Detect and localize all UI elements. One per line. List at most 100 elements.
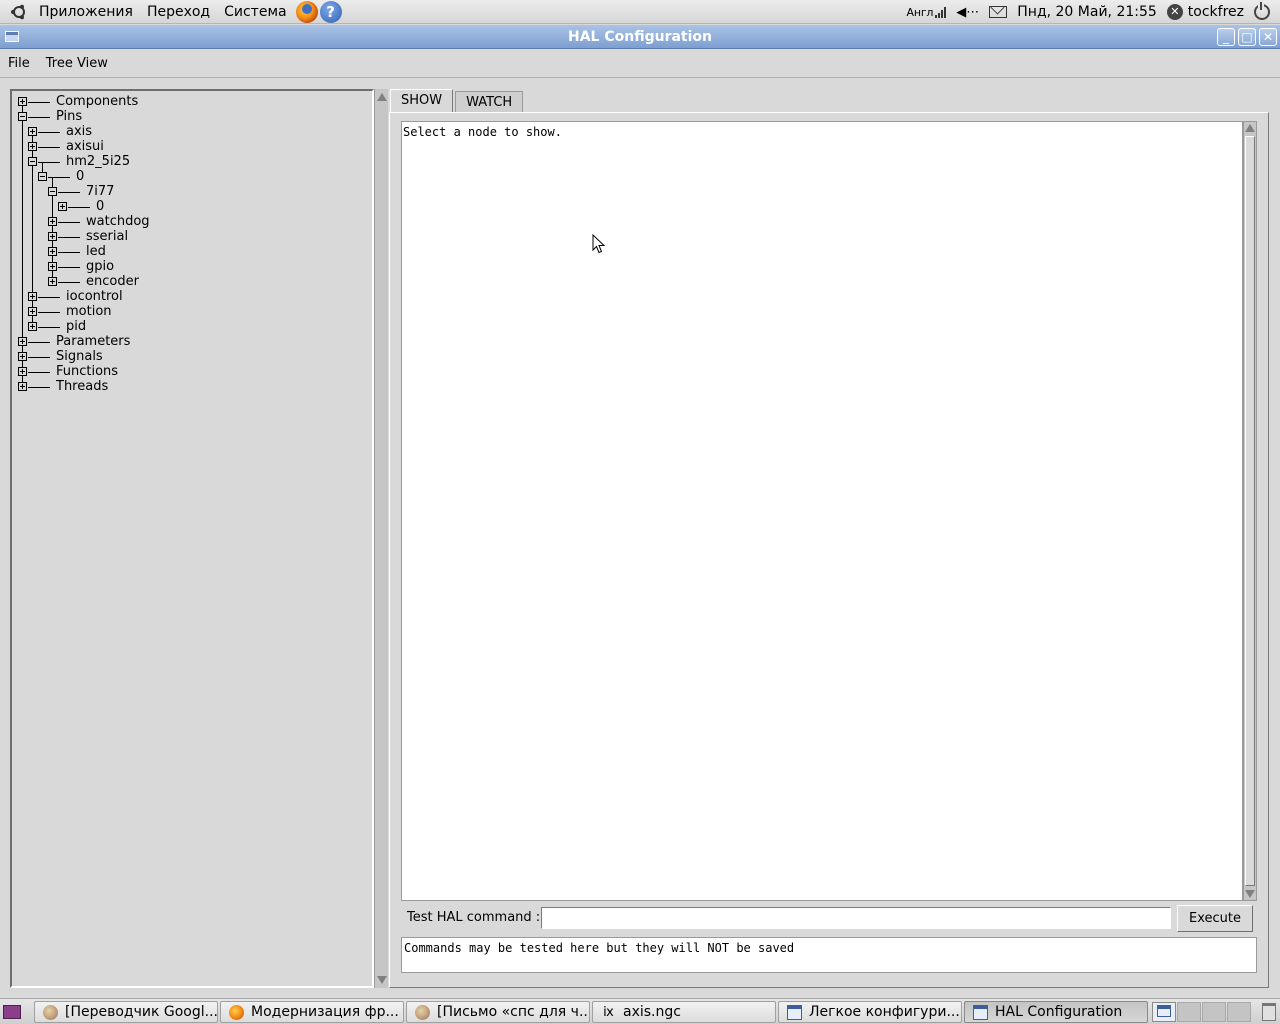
- tree-node-pins[interactable]: Pins: [12, 109, 362, 124]
- keyboard-indicator[interactable]: Англ: [907, 6, 947, 19]
- network-signal-icon: [935, 6, 947, 18]
- close-icon[interactable]: ✕: [1259, 28, 1277, 46]
- window-titlebar[interactable]: HAL Configuration _ □ ✕: [0, 25, 1280, 49]
- command-input[interactable]: [541, 907, 1171, 929]
- expand-icon[interactable]: [18, 352, 27, 361]
- task-button[interactable]: [Переводчик Googl...: [34, 1001, 218, 1023]
- expand-icon[interactable]: [28, 127, 37, 136]
- expand-icon[interactable]: [48, 247, 57, 256]
- tree-node-hm2-5i25[interactable]: hm2_5i25: [12, 154, 362, 169]
- expand-icon[interactable]: [48, 262, 57, 271]
- minimize-icon[interactable]: _: [1217, 28, 1235, 46]
- workspace-1[interactable]: [1152, 1002, 1176, 1022]
- tree-label: watchdog: [86, 214, 150, 229]
- tab-watch[interactable]: WATCH: [455, 91, 524, 113]
- tree-node-motion[interactable]: motion: [12, 304, 362, 319]
- scroll-up-icon[interactable]: [1245, 124, 1255, 132]
- show-scrollbar[interactable]: [1243, 121, 1257, 901]
- places-menu[interactable]: Переход: [140, 0, 217, 24]
- tree-node-sserial[interactable]: sserial: [12, 229, 362, 244]
- tree-node-led[interactable]: led: [12, 244, 362, 259]
- expand-icon[interactable]: [18, 382, 27, 391]
- expand-icon[interactable]: [48, 277, 57, 286]
- tree-scrollbar[interactable]: [374, 89, 388, 988]
- user-menu[interactable]: ✕ tockfrez: [1166, 4, 1244, 20]
- execute-button[interactable]: Execute: [1177, 905, 1253, 932]
- scroll-up-icon[interactable]: [377, 93, 387, 101]
- show-desktop-icon[interactable]: [3, 1005, 21, 1019]
- collapse-icon[interactable]: [18, 112, 27, 121]
- expand-icon[interactable]: [18, 337, 27, 346]
- expand-icon[interactable]: [28, 307, 37, 316]
- command-result-area[interactable]: Commands may be tested here but they wil…: [401, 937, 1257, 973]
- tree-label: 0: [76, 169, 85, 184]
- tree-node-signals[interactable]: Signals: [12, 349, 362, 364]
- collapse-icon[interactable]: [48, 187, 57, 196]
- tree-node-7i77[interactable]: 7i77: [12, 184, 362, 199]
- tree-node-gpio[interactable]: gpio: [12, 259, 362, 274]
- collapse-icon[interactable]: [38, 172, 47, 181]
- system-menu[interactable]: Система: [217, 0, 293, 24]
- expand-icon[interactable]: [58, 202, 67, 211]
- power-icon[interactable]: [1254, 2, 1270, 20]
- tree-node-components[interactable]: Components: [12, 94, 362, 109]
- scroll-thumb[interactable]: [1245, 136, 1255, 886]
- tree-label: 7i77: [86, 184, 115, 199]
- tree-label: Pins: [56, 109, 83, 124]
- ubuntu-logo-icon[interactable]: [10, 3, 28, 21]
- tree-node-iocontrol[interactable]: iocontrol: [12, 289, 362, 304]
- hal-tree[interactable]: Components Pins axis axisui hm2_5i25 0 7…: [10, 89, 374, 988]
- trash-icon[interactable]: [1262, 1003, 1276, 1021]
- app-menubar: File Tree View: [0, 50, 1280, 78]
- expand-icon[interactable]: [28, 292, 37, 301]
- tree-node-threads[interactable]: Threads: [12, 379, 362, 394]
- task-button[interactable]: [Письмо «спс для ч...: [406, 1001, 590, 1023]
- maximize-icon[interactable]: □: [1238, 28, 1256, 46]
- help-icon[interactable]: ?: [319, 0, 342, 23]
- firefox-icon: [415, 1005, 430, 1020]
- expand-icon[interactable]: [48, 232, 57, 241]
- tab-bar: SHOW WATCH: [390, 89, 525, 113]
- scroll-down-icon[interactable]: [1245, 890, 1255, 898]
- tree-label: sserial: [86, 229, 129, 244]
- tree-view-menu[interactable]: Tree View: [38, 56, 116, 71]
- task-button[interactable]: ⅸ axis.ngc: [592, 1001, 776, 1023]
- show-text-area[interactable]: Select a node to show.: [401, 121, 1243, 901]
- mail-icon[interactable]: [989, 6, 1008, 18]
- tree-label: encoder: [86, 274, 139, 289]
- tree-node-7i77-0[interactable]: 0: [12, 199, 362, 214]
- tree-node-watchdog[interactable]: watchdog: [12, 214, 362, 229]
- window-icon: [1157, 1005, 1171, 1017]
- scroll-down-icon[interactable]: [377, 976, 387, 984]
- workspace-4[interactable]: [1227, 1002, 1251, 1022]
- task-button-active[interactable]: HAL Configuration: [964, 1001, 1148, 1023]
- task-button[interactable]: Легкое конфигури...: [778, 1001, 962, 1023]
- firefox-launcher-icon[interactable]: [295, 0, 318, 23]
- tree-node-functions[interactable]: Functions: [12, 364, 362, 379]
- tree-node-axisui[interactable]: axisui: [12, 139, 362, 154]
- tree-node-parameters[interactable]: Parameters: [12, 334, 362, 349]
- tree-node-axis[interactable]: axis: [12, 124, 362, 139]
- expand-icon[interactable]: [18, 97, 27, 106]
- collapse-icon[interactable]: [28, 157, 37, 166]
- tree-label: led: [86, 244, 106, 259]
- task-label: Легкое конфигури...: [809, 1004, 960, 1020]
- taskbar: [Переводчик Googl... Модернизация фр... …: [0, 998, 1280, 1024]
- tree-node-hm2-0[interactable]: 0: [12, 169, 362, 184]
- speaker-icon[interactable]: ◀⋯: [956, 5, 979, 20]
- expand-icon[interactable]: [48, 217, 57, 226]
- tree-node-encoder[interactable]: encoder: [12, 274, 362, 289]
- user-status-icon: ✕: [1166, 4, 1183, 20]
- expand-icon[interactable]: [28, 142, 37, 151]
- task-button[interactable]: Модернизация фр...: [220, 1001, 404, 1023]
- file-menu[interactable]: File: [0, 56, 38, 71]
- workspace-2[interactable]: [1177, 1002, 1201, 1022]
- tab-show[interactable]: SHOW: [390, 89, 454, 113]
- expand-icon[interactable]: [18, 367, 27, 376]
- command-row: Test HAL command : Execute: [401, 905, 1257, 933]
- expand-icon[interactable]: [28, 322, 37, 331]
- clock[interactable]: Пнд, 20 Май, 21:55: [1017, 4, 1157, 20]
- tree-node-pid[interactable]: pid: [12, 319, 362, 334]
- workspace-3[interactable]: [1202, 1002, 1226, 1022]
- applications-menu[interactable]: Приложения: [32, 0, 140, 24]
